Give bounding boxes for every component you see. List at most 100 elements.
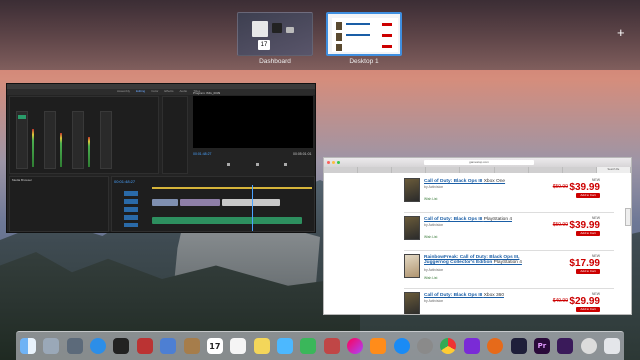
add-to-cart-button[interactable]: Add to Cart: [576, 269, 600, 274]
browser-tab[interactable]: [392, 167, 427, 173]
chrome-icon[interactable]: [440, 338, 457, 354]
mixer-channel[interactable]: [72, 111, 84, 169]
app-store-icon[interactable]: [160, 338, 177, 354]
mixer-channel[interactable]: [16, 111, 28, 169]
browser-tab[interactable]: [529, 167, 563, 173]
playhead[interactable]: [252, 185, 253, 231]
media-browser-title: Media Browser: [12, 178, 33, 182]
calendar-icon[interactable]: 17: [206, 338, 223, 354]
product-old-price: $59.99: [552, 222, 568, 228]
level-meter: [60, 133, 62, 167]
browser-tab[interactable]: [324, 167, 359, 173]
terminal-icon[interactable]: [113, 338, 130, 354]
downloads-icon[interactable]: [580, 338, 597, 354]
messages-icon[interactable]: [276, 338, 293, 354]
transport-controls[interactable]: [227, 163, 287, 167]
firefox-icon[interactable]: [487, 338, 504, 354]
wish-list-link[interactable]: Wish List: [424, 197, 437, 201]
video-clip[interactable]: [180, 199, 220, 206]
timeline-panel[interactable]: 00:01:48:27: [111, 176, 315, 232]
rocket-icon[interactable]: [66, 338, 83, 354]
level-meter: [32, 129, 34, 167]
premiere-window[interactable]: Assembly Editing Color Effects Audio Tit…: [6, 83, 316, 233]
tab-editing[interactable]: Editing: [136, 89, 145, 95]
media-encoder-icon[interactable]: [557, 338, 574, 354]
itunes-icon[interactable]: [347, 338, 364, 354]
wish-list-link[interactable]: Wish List: [424, 276, 437, 280]
app-store2-icon[interactable]: [393, 338, 410, 354]
step-forward-icon[interactable]: [284, 163, 287, 166]
product-item: Call of Duty: Black Ops III Xbox 360 by …: [404, 292, 614, 314]
zoom-icon[interactable]: [337, 161, 340, 164]
product-cover[interactable]: [404, 254, 420, 278]
address-bar[interactable]: gamestop.com: [424, 160, 534, 165]
step-back-icon[interactable]: [227, 163, 230, 166]
product-old-price: $49.99: [552, 298, 568, 304]
product-publisher: by Activision: [424, 268, 444, 272]
space-dashboard-thumbnail[interactable]: 17: [237, 12, 313, 56]
trash-icon[interactable]: [603, 338, 620, 354]
notes-icon[interactable]: [253, 338, 270, 354]
preferences-icon[interactable]: [417, 338, 434, 354]
tab-effects[interactable]: Effects: [164, 89, 173, 95]
space-dashboard-label: Dashboard: [259, 58, 291, 65]
browser-tab-search[interactable]: Search Re: [596, 167, 631, 173]
audio-clip[interactable]: [152, 217, 302, 224]
product-title[interactable]: Call of Duty: Black Ops III Xbox One: [424, 179, 505, 184]
premiere-workspace-tabs: Assembly Editing Color Effects Audio Tit…: [7, 89, 315, 95]
product-title[interactable]: Call of Duty: Black Ops III Xbox 360: [424, 293, 504, 298]
work-area-bar[interactable]: [152, 187, 312, 189]
close-icon[interactable]: [327, 161, 330, 164]
product-price: $29.99: [569, 296, 600, 307]
add-to-cart-button[interactable]: Add to Cart: [576, 231, 600, 236]
add-to-cart-button[interactable]: Add to Cart: [576, 307, 600, 312]
imovie-icon[interactable]: [463, 338, 480, 354]
tab-color[interactable]: Color: [151, 89, 158, 95]
mixer-channel[interactable]: [44, 111, 56, 169]
safari-icon[interactable]: [90, 338, 107, 354]
photos-icon[interactable]: [323, 338, 340, 354]
minimize-icon[interactable]: [332, 161, 335, 164]
space-desktop-label: Desktop 1: [349, 58, 379, 65]
ae-icon[interactable]: [510, 338, 527, 354]
facetime-icon[interactable]: [300, 338, 317, 354]
launchpad-icon[interactable]: [43, 338, 60, 354]
source-panel: [162, 96, 188, 174]
play-icon[interactable]: [255, 163, 259, 166]
add-to-cart-button[interactable]: Add to Cart: [576, 193, 600, 198]
finder-icon[interactable]: [20, 338, 36, 354]
wish-list-link[interactable]: Wish List: [424, 235, 437, 239]
program-monitor-title: Program: IMG_0039: [193, 91, 221, 95]
product-cover[interactable]: [404, 292, 420, 314]
browser-tab[interactable]: [358, 167, 393, 173]
video-clip[interactable]: [152, 199, 178, 206]
space-desktop-thumbnail[interactable]: [326, 12, 402, 56]
contacts-icon[interactable]: [183, 338, 200, 354]
product-item: Call of Duty: Black Ops III Xbox One by …: [404, 178, 614, 212]
product-cover[interactable]: [404, 216, 420, 240]
track-headers[interactable]: [124, 191, 138, 227]
track-toggle[interactable]: [18, 115, 26, 119]
product-publisher: by Activision: [424, 223, 444, 227]
reminders-icon[interactable]: [230, 338, 247, 354]
product-title[interactable]: RainbowFreak: Call of Duty: Black Ops II…: [424, 255, 544, 265]
product-publisher: by Activision: [424, 299, 444, 303]
mixer-channel[interactable]: [100, 111, 112, 169]
ibooks-icon[interactable]: [370, 338, 387, 354]
feedback-side-tab[interactable]: [625, 208, 631, 226]
browser-tab[interactable]: [495, 167, 529, 173]
premiere-icon[interactable]: Pr: [533, 338, 550, 354]
tab-assembly[interactable]: Assembly: [117, 89, 130, 95]
browser-tab[interactable]: [563, 167, 597, 173]
add-space-button[interactable]: +: [617, 26, 625, 39]
program-duration: 00:05:01:01: [293, 152, 312, 156]
product-cover[interactable]: [404, 178, 420, 202]
product-title[interactable]: Call of Duty: Black Ops III PlayStation …: [424, 217, 512, 222]
browser-tab[interactable]: [426, 167, 461, 173]
browser-tab[interactable]: [460, 167, 495, 173]
browser-window[interactable]: gamestop.com Search Re Call of Duty: Bla…: [323, 157, 632, 315]
photobooth-icon[interactable]: [136, 338, 153, 354]
tab-audio[interactable]: Audio: [180, 89, 188, 95]
video-clip[interactable]: [222, 199, 280, 206]
program-monitor-video: [193, 96, 313, 148]
